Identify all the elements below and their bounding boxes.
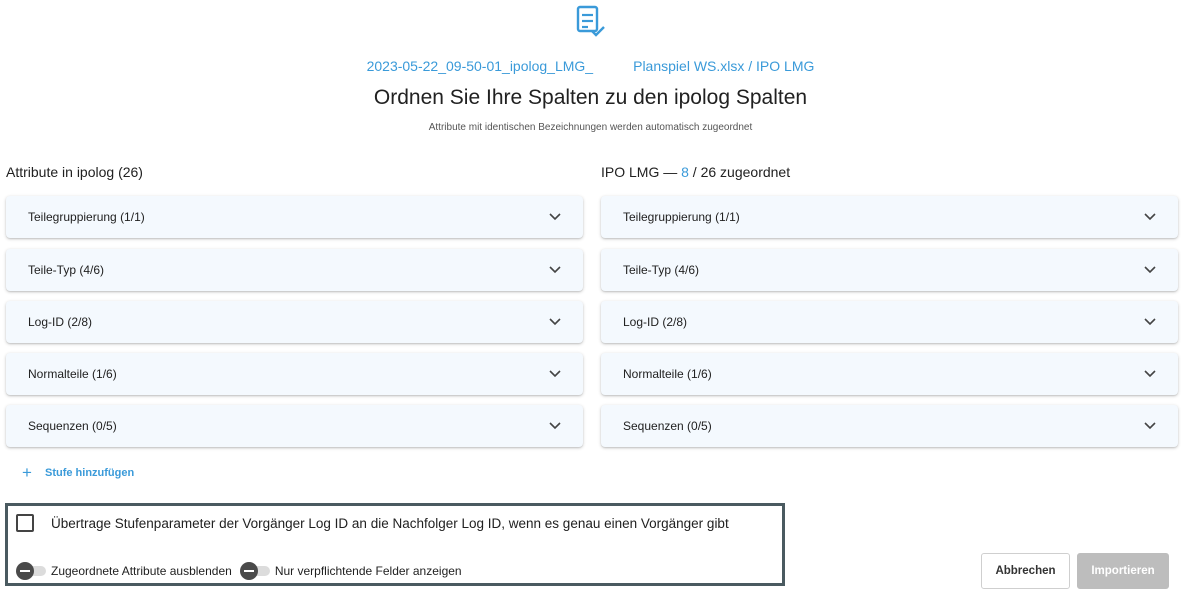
chevron-down-icon: [549, 266, 561, 274]
list-check-icon: [575, 5, 607, 39]
add-step-label: Stufe hinzufügen: [45, 467, 135, 479]
left-group-sequenzen[interactable]: Sequenzen (0/5): [6, 405, 583, 447]
chevron-down-icon: [1144, 266, 1156, 274]
chevron-down-icon: [549, 318, 561, 326]
page-subtitle: Attribute mit identischen Bezeichnungen …: [428, 122, 753, 133]
left-column-header: Attribute in ipolog (26): [6, 164, 143, 180]
chevron-down-icon: [549, 422, 561, 430]
toggle-row: Zugeordnete Attribute ausblenden Nur ver…: [16, 562, 470, 580]
right-header-suffix: / 26 zugeordnet: [688, 164, 791, 180]
left-group-normalteile[interactable]: Normalteile (1/6): [6, 353, 583, 395]
plus-icon: +: [22, 463, 32, 482]
transfer-params-row: Übertrage Stufenparameter der Vorgänger …: [16, 514, 729, 532]
chevron-down-icon: [1144, 370, 1156, 378]
right-header-prefix: IPO LMG —: [601, 164, 682, 180]
right-group-teilegruppierung[interactable]: Teilegruppierung (1/1): [601, 196, 1178, 238]
chevron-down-icon: [1144, 318, 1156, 326]
transfer-params-checkbox[interactable]: [16, 514, 34, 532]
import-button[interactable]: Importieren: [1077, 553, 1169, 589]
right-group-normalteile[interactable]: Normalteile (1/6): [601, 353, 1178, 395]
left-group-log-id[interactable]: Log-ID (2/8): [6, 301, 583, 343]
file-links: 2023-05-22_09-50-01_ipolog_LMG_ Planspiel…: [0, 58, 1181, 74]
chevron-down-icon: [1144, 422, 1156, 430]
group-label: Teile-Typ (4/6): [623, 263, 700, 277]
mapped-count: 8: [681, 164, 689, 180]
group-label: Normalteile (1/6): [623, 367, 712, 381]
group-label: Log-ID (2/8): [28, 315, 93, 329]
page-title: Ordnen Sie Ihre Spalten zu den ipolog Sp…: [373, 86, 808, 109]
group-label: Log-ID (2/8): [623, 315, 688, 329]
right-column-header: IPO LMG — 8 / 26 zugeordnet: [601, 164, 790, 180]
hide-mapped-label: Zugeordnete Attribute ausblenden: [51, 564, 232, 578]
required-only-toggle[interactable]: [239, 562, 270, 580]
sheet-name-link[interactable]: Planspiel WS.xlsx / IPO LMG: [633, 58, 814, 74]
add-step-button[interactable]: + Stufe hinzufügen: [22, 463, 135, 482]
left-group-teilegruppierung[interactable]: Teilegruppierung (1/1): [6, 196, 583, 238]
left-group-teile-typ[interactable]: Teile-Typ (4/6): [6, 249, 583, 291]
group-label: Sequenzen (0/5): [28, 419, 117, 433]
group-label: Sequenzen (0/5): [623, 419, 712, 433]
options-panel: Übertrage Stufenparameter der Vorgänger …: [5, 503, 785, 586]
right-group-log-id[interactable]: Log-ID (2/8): [601, 301, 1178, 343]
group-label: Normalteile (1/6): [28, 367, 117, 381]
group-label: Teilegruppierung (1/1): [623, 210, 740, 224]
hide-mapped-toggle[interactable]: [16, 562, 46, 580]
cancel-button[interactable]: Abbrechen: [981, 553, 1070, 589]
required-only-label: Nur verpflichtende Felder anzeigen: [274, 564, 462, 578]
transfer-params-label: Übertrage Stufenparameter der Vorgänger …: [51, 515, 729, 531]
right-group-sequenzen[interactable]: Sequenzen (0/5): [601, 405, 1178, 447]
chevron-down-icon: [1144, 213, 1156, 221]
chevron-down-icon: [549, 213, 561, 221]
group-label: Teilegruppierung (1/1): [28, 210, 145, 224]
group-label: Teile-Typ (4/6): [28, 263, 105, 277]
file-name-link[interactable]: 2023-05-22_09-50-01_ipolog_LMG_: [367, 58, 594, 74]
right-group-teile-typ[interactable]: Teile-Typ (4/6): [601, 249, 1178, 291]
chevron-down-icon: [549, 370, 561, 378]
